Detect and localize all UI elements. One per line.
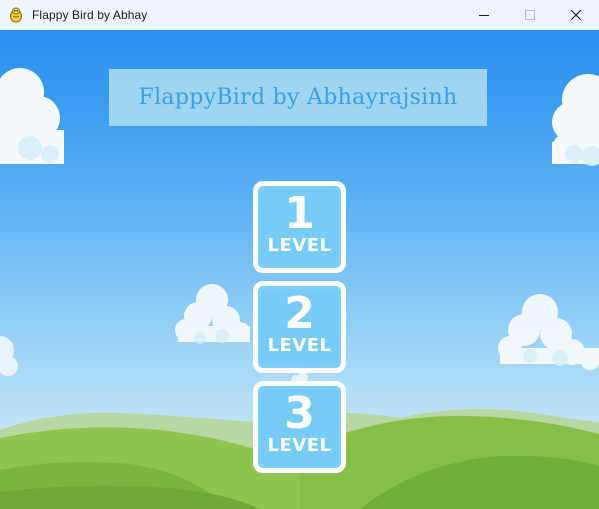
- window-controls: [461, 0, 599, 30]
- title-banner: FlappyBird by Abhayrajsinh: [109, 69, 487, 126]
- level-label: LEVEL: [267, 435, 332, 456]
- level-number: 1: [284, 188, 315, 239]
- level-1-button[interactable]: 1 LEVEL: [253, 181, 346, 273]
- pygame-snake-icon: [10, 7, 22, 23]
- app-window: Flappy Bird by Abhay FlappyBird by Abhay…: [0, 0, 599, 509]
- window-title: Flappy Bird by Abhay: [32, 8, 148, 22]
- cloud-mid-left: [175, 284, 250, 342]
- level-number: 2: [284, 288, 315, 339]
- maximize-icon: [525, 10, 535, 20]
- maximize-button[interactable]: [507, 0, 553, 30]
- cloud-mid-right: [498, 294, 599, 370]
- title-bar[interactable]: Flappy Bird by Abhay: [0, 0, 599, 30]
- close-button[interactable]: [553, 0, 599, 30]
- level-3-button[interactable]: 3 LEVEL: [253, 381, 346, 473]
- minimize-icon: [479, 15, 489, 16]
- level-label: LEVEL: [267, 235, 332, 256]
- minimize-button[interactable]: [461, 0, 507, 30]
- close-icon: [571, 10, 581, 20]
- level-2-button[interactable]: 2 LEVEL: [253, 281, 346, 373]
- level-number: 3: [284, 388, 315, 439]
- level-label: LEVEL: [267, 335, 332, 356]
- game-title: FlappyBird by Abhayrajsinh: [138, 85, 458, 110]
- game-canvas[interactable]: FlappyBird by Abhayrajsinh 1 LEVEL 2 LEV…: [0, 30, 599, 509]
